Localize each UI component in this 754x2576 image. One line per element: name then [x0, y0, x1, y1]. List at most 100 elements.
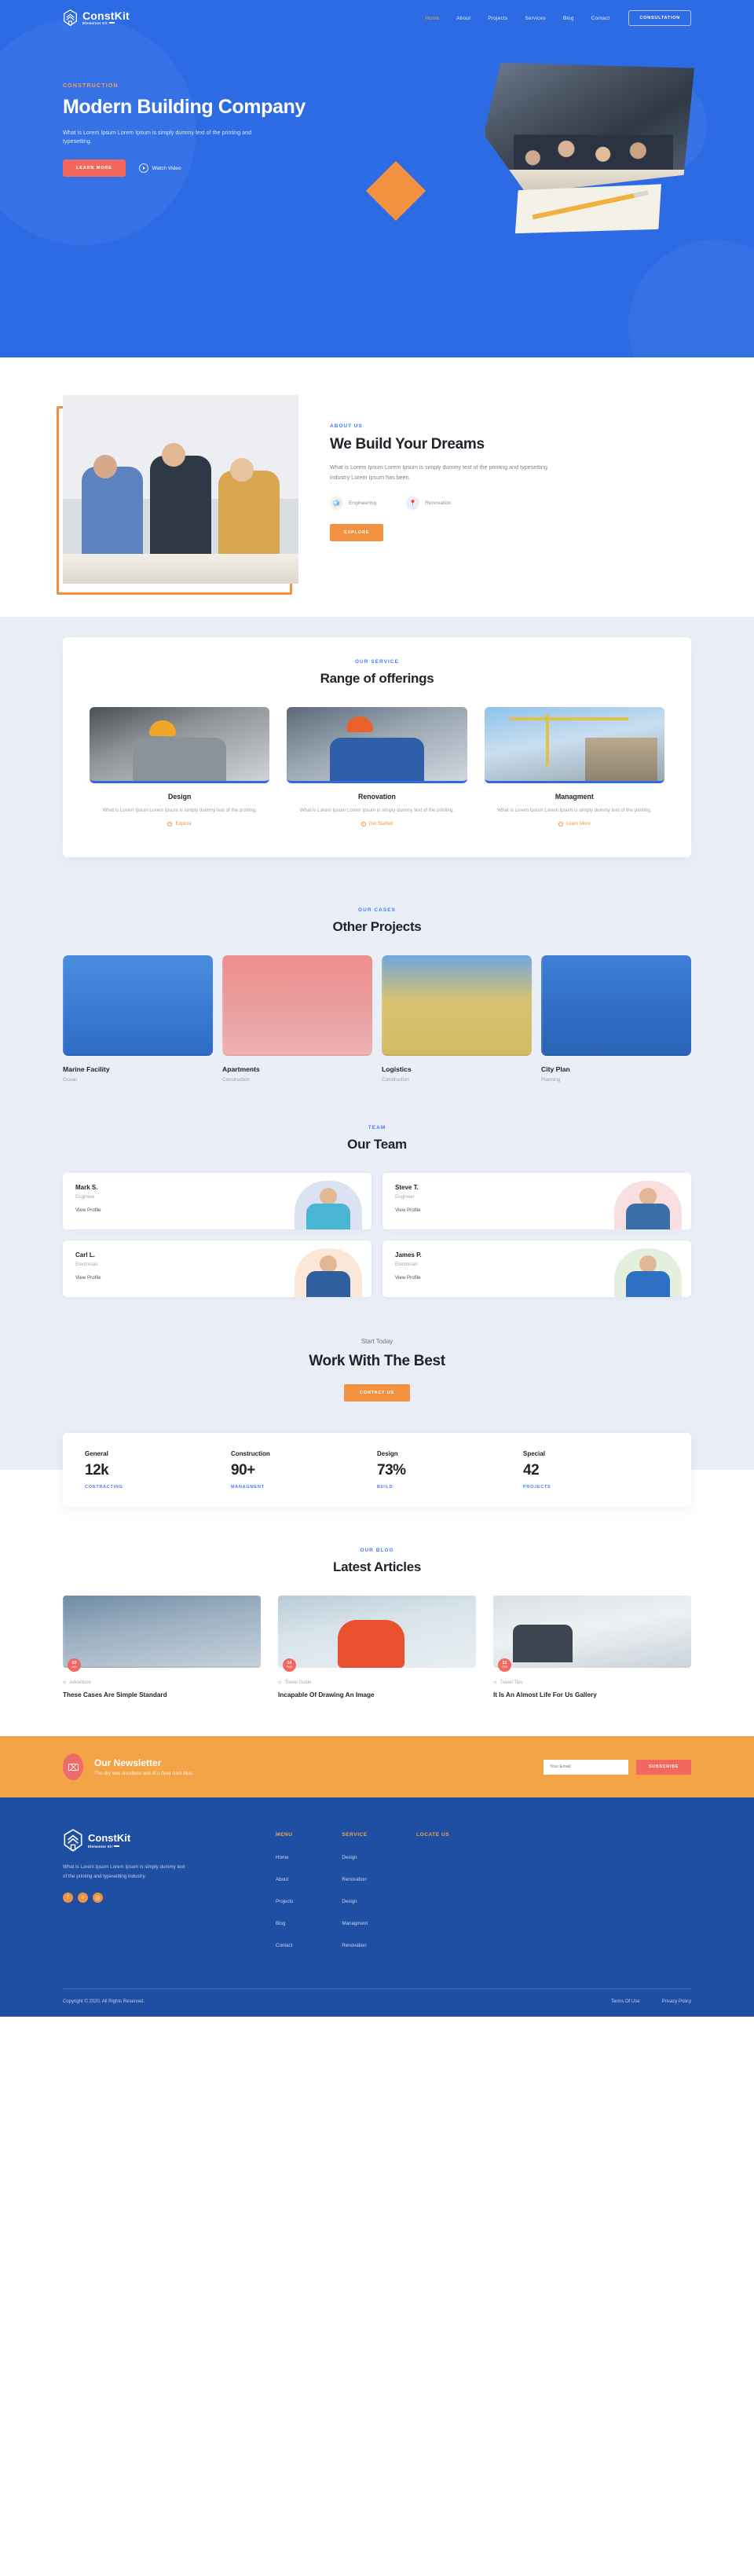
cta-title: Work With The Best: [309, 1353, 445, 1370]
service-link[interactable]: + Get Started: [361, 822, 393, 827]
blog-post-card[interactable]: 03 JAN ◷ Adventure These Cases Are Simpl…: [63, 1596, 261, 1700]
project-card[interactable]: Marine Facility Ocean: [63, 955, 213, 1083]
projects-grid: Marine Facility Ocean Apartments Constru…: [63, 955, 691, 1083]
newsletter-subtitle: The sky was cloudless and of a deep dark…: [94, 1772, 194, 1777]
service-card[interactable]: Managment What is Lorem Ipsum Lorem Ipsu…: [484, 707, 664, 829]
hero-photo: [484, 63, 694, 193]
nav-item-about[interactable]: About: [456, 16, 470, 21]
post-category: Adventure: [69, 1680, 91, 1686]
view-profile-link[interactable]: View Profile: [75, 1275, 101, 1281]
view-profile-link[interactable]: View Profile: [395, 1207, 421, 1213]
service-card[interactable]: Design What is Lorem Ipsum Lorem Ipsum i…: [90, 707, 270, 829]
hero-copy: CONSTRUCTION Modern Building Company Wha…: [63, 50, 357, 247]
stat-label: Special: [523, 1450, 546, 1458]
footer-link-projects[interactable]: Projects: [276, 1899, 293, 1904]
learn-more-button[interactable]: LEARN MORE: [63, 159, 126, 178]
watch-video-button[interactable]: Watch Video: [138, 163, 181, 174]
project-category: Ocean: [63, 1077, 78, 1083]
member-role: Electrician: [75, 1262, 98, 1268]
stat-value: 42: [523, 1462, 540, 1479]
nav-item-blog[interactable]: Blog: [563, 16, 574, 21]
project-image: [541, 955, 691, 1057]
footer-link-design-2[interactable]: Design: [342, 1899, 357, 1904]
footer-logo[interactable]: ConstKit Elementor Kit: [63, 1829, 232, 1852]
footer-link-contact[interactable]: Contact: [276, 1943, 292, 1948]
post-date-badge: 22 FEB: [497, 1658, 511, 1673]
contact-us-button[interactable]: CONTACT US: [343, 1384, 411, 1402]
service-link[interactable]: + Explore: [167, 822, 192, 827]
brand-tagline: Elementor Kit: [82, 22, 130, 25]
site-footer: ConstKit Elementor Kit What is Lorem Ips…: [0, 1797, 754, 2017]
service-card[interactable]: Renovation What is Lorem Ipsum Lorem Ips…: [287, 707, 467, 829]
facebook-icon[interactable]: f: [63, 1893, 73, 1904]
consultation-button[interactable]: CONSULTATION: [628, 10, 691, 26]
project-card[interactable]: Apartments Construction: [222, 955, 372, 1083]
footer-link-renovation-2[interactable]: Renovation: [342, 1943, 366, 1948]
twitter-icon[interactable]: ᴠ: [78, 1893, 88, 1904]
team-member-card[interactable]: Steve T. Engineer View Profile: [382, 1173, 691, 1230]
service-link[interactable]: + Learn More: [558, 822, 591, 827]
projects-eyebrow: OUR CASES: [358, 907, 396, 914]
nav-item-services[interactable]: Services: [525, 16, 546, 21]
blog-post-card[interactable]: 14 FEB ◷ Travel Guide Incapable Of Drawi…: [277, 1596, 476, 1700]
footer-link-home[interactable]: Home: [276, 1855, 289, 1860]
project-name: Marine Facility: [63, 1065, 110, 1074]
footer-link-renovation[interactable]: Renovation: [342, 1877, 366, 1882]
team-member-card[interactable]: Mark S. Engineer View Profile: [63, 1173, 372, 1230]
footer-link-managment[interactable]: Managment: [342, 1921, 368, 1926]
post-image: [277, 1596, 476, 1669]
project-name: City Plan: [541, 1065, 570, 1074]
footer-brand: ConstKit Elementor Kit What is Lorem Ips…: [63, 1829, 232, 1959]
footer-link-design[interactable]: Design: [342, 1855, 357, 1860]
newsletter-copy: Our Newsletter The sky was cloudless and…: [94, 1757, 193, 1776]
explore-button[interactable]: EXPLORE: [330, 524, 384, 542]
nav-item-contact[interactable]: Contact: [591, 16, 610, 21]
copyright-text: Copyright © 2020. All Rights Reserved.: [63, 1999, 145, 2005]
service-description: What is Lorem Ipsum Lorem Ipsum is simpl…: [497, 808, 652, 813]
subscribe-button[interactable]: SUBSCRIBE: [635, 1759, 691, 1775]
email-input[interactable]: [543, 1759, 628, 1775]
member-name: James P.: [395, 1251, 422, 1259]
projects-title: Other Projects: [332, 919, 422, 935]
service-description: What is Lorem Ipsum Lorem Ipsum is simpl…: [102, 808, 257, 813]
post-month: FEB: [286, 1665, 293, 1669]
terms-of-use-link[interactable]: Terms Of Use: [611, 1999, 640, 2004]
project-card[interactable]: Logistics Construction: [382, 955, 532, 1083]
blog-post-card[interactable]: 22 FEB ◷ Travel Tips It Is An Almost Lif…: [492, 1596, 691, 1700]
instagram-icon[interactable]: ◎: [93, 1893, 103, 1904]
feature-label: Engineering: [349, 500, 377, 507]
view-profile-link[interactable]: View Profile: [75, 1207, 101, 1213]
team-member-card[interactable]: James P. Electrician View Profile: [382, 1240, 691, 1298]
view-profile-link[interactable]: View Profile: [395, 1275, 421, 1281]
project-card[interactable]: City Plan Planning: [541, 955, 691, 1083]
footer-link-about[interactable]: About: [276, 1877, 288, 1882]
blog-grid: 03 JAN ◷ Adventure These Cases Are Simpl…: [63, 1596, 691, 1700]
play-icon: [138, 163, 148, 174]
brand-logo[interactable]: ConstKit Elementor Kit: [63, 9, 130, 27]
services-section: OUR SERVICE Range of offerings Design Wh…: [0, 617, 754, 903]
project-category: Construction: [382, 1077, 409, 1083]
stat-item: General 12k CONTRACTING: [85, 1450, 231, 1490]
footer-column-service: SERVICE Design Renovation Design Managme…: [342, 1832, 368, 1959]
about-text: What is Lorem Ipsum Lorem Ipsum is simpl…: [330, 464, 547, 481]
privacy-policy-link[interactable]: Privacy Policy: [662, 1999, 691, 2004]
footer-column-menu: MENU Home About Projects Blog Contact: [276, 1832, 293, 1959]
post-title: It Is An Almost Life For Us Gallery: [492, 1691, 597, 1699]
footer-link-blog[interactable]: Blog: [276, 1921, 285, 1926]
about-features: 🧊 Engineering 📍 Renovation: [330, 497, 691, 511]
nav-item-home[interactable]: Home: [425, 16, 439, 21]
about-title: We Build Your Dreams: [330, 436, 485, 453]
newsletter-title: Our Newsletter: [94, 1757, 162, 1769]
plus-circle-icon: +: [167, 822, 173, 827]
tag-icon: ◷: [63, 1680, 67, 1686]
projects-section: OUR CASES Other Projects Marine Facility…: [0, 903, 754, 1123]
project-image: [222, 955, 372, 1057]
team-member-card[interactable]: Carl L. Electrician View Profile: [63, 1240, 372, 1298]
stat-label: Design: [377, 1450, 398, 1458]
footer-brand-name: ConstKit: [88, 1832, 131, 1845]
hero-description: What is Lorem Ipsum Lorem Ipsum is simpl…: [63, 128, 252, 145]
team-section: TEAM Our Team Mark S. Engineer View Prof…: [0, 1122, 754, 1334]
nav-item-projects[interactable]: Projects: [488, 16, 507, 21]
post-date-badge: 14 FEB: [282, 1658, 296, 1673]
service-image: [90, 707, 270, 783]
